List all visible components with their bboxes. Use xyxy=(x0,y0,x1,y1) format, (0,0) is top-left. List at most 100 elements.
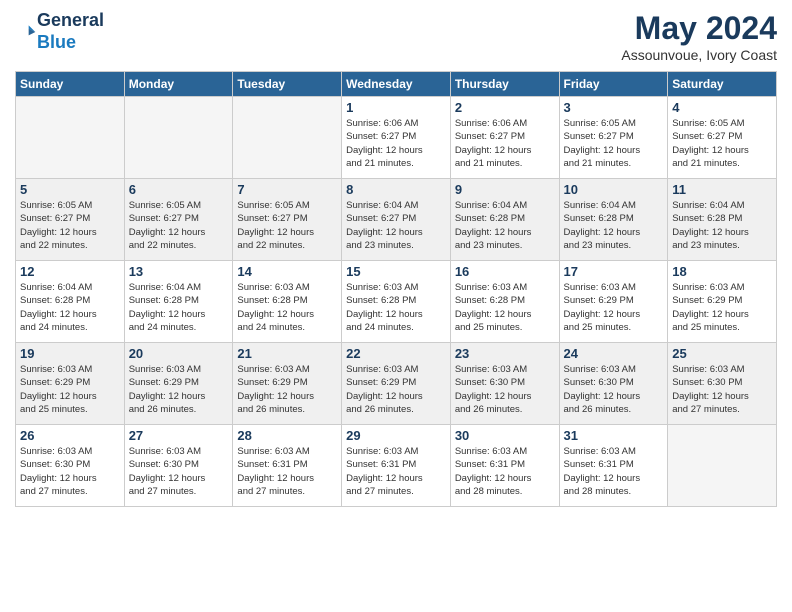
calendar-week-3: 12 Sunrise: 6:04 AMSunset: 6:28 PMDayligh… xyxy=(16,261,777,343)
logo-icon xyxy=(17,22,37,42)
day-info: Sunrise: 6:04 AMSunset: 6:28 PMDaylight:… xyxy=(564,199,664,252)
month-title: May 2024 xyxy=(621,10,777,47)
day-info: Sunrise: 6:05 AMSunset: 6:27 PMDaylight:… xyxy=(237,199,337,252)
day-info: Sunrise: 6:03 AMSunset: 6:28 PMDaylight:… xyxy=(346,281,446,334)
calendar-cell xyxy=(16,97,125,179)
weekday-row: Sunday Monday Tuesday Wednesday Thursday… xyxy=(16,72,777,97)
day-number: 9 xyxy=(455,182,555,197)
day-info: Sunrise: 6:03 AMSunset: 6:31 PMDaylight:… xyxy=(455,445,555,498)
calendar-cell: 30 Sunrise: 6:03 AMSunset: 6:31 PMDayligh… xyxy=(450,425,559,507)
day-number: 31 xyxy=(564,428,664,443)
title-block: May 2024 Assounvoue, Ivory Coast xyxy=(621,10,777,63)
day-number: 13 xyxy=(129,264,229,279)
calendar-cell: 6 Sunrise: 6:05 AMSunset: 6:27 PMDaylight… xyxy=(124,179,233,261)
day-info: Sunrise: 6:04 AMSunset: 6:28 PMDaylight:… xyxy=(455,199,555,252)
day-info: Sunrise: 6:06 AMSunset: 6:27 PMDaylight:… xyxy=(346,117,446,170)
calendar-week-2: 5Sunrise: 6:05 AMSunset: 6:27 PMDaylight… xyxy=(16,179,777,261)
day-number: 23 xyxy=(455,346,555,361)
calendar-cell: 7 Sunrise: 6:05 AMSunset: 6:27 PMDaylight… xyxy=(233,179,342,261)
calendar-cell: 24 Sunrise: 6:03 AMSunset: 6:30 PMDayligh… xyxy=(559,343,668,425)
day-info: Sunrise: 6:03 AMSunset: 6:30 PMDaylight:… xyxy=(672,363,772,416)
day-number: 3 xyxy=(564,100,664,115)
calendar-cell: 2 Sunrise: 6:06 AMSunset: 6:27 PMDaylight… xyxy=(450,97,559,179)
calendar-cell: 29 Sunrise: 6:03 AMSunset: 6:31 PMDayligh… xyxy=(342,425,451,507)
logo-text-line2: Blue xyxy=(37,32,104,54)
day-number: 29 xyxy=(346,428,446,443)
calendar-cell xyxy=(668,425,777,507)
calendar-cell: 9 Sunrise: 6:04 AMSunset: 6:28 PMDaylight… xyxy=(450,179,559,261)
calendar-cell: 12Sunrise: 6:04 AMSunset: 6:28 PMDayligh… xyxy=(16,261,125,343)
calendar-cell: 3 Sunrise: 6:05 AMSunset: 6:27 PMDaylight… xyxy=(559,97,668,179)
calendar-cell: 26Sunrise: 6:03 AMSunset: 6:30 PMDayligh… xyxy=(16,425,125,507)
calendar-cell: 28 Sunrise: 6:03 AMSunset: 6:31 PMDayligh… xyxy=(233,425,342,507)
day-number: 12 xyxy=(20,264,120,279)
day-info: Sunrise: 6:06 AMSunset: 6:27 PMDaylight:… xyxy=(455,117,555,170)
day-number: 7 xyxy=(237,182,337,197)
day-info: Sunrise: 6:05 AMSunset: 6:27 PMDaylight:… xyxy=(564,117,664,170)
day-info: Sunrise: 6:03 AMSunset: 6:30 PMDaylight:… xyxy=(20,445,120,498)
calendar-body: 1Sunrise: 6:06 AMSunset: 6:27 PMDaylight… xyxy=(16,97,777,507)
day-info: Sunrise: 6:05 AMSunset: 6:27 PMDaylight:… xyxy=(20,199,120,252)
day-number: 28 xyxy=(237,428,337,443)
day-info: Sunrise: 6:03 AMSunset: 6:29 PMDaylight:… xyxy=(564,281,664,334)
day-info: Sunrise: 6:03 AMSunset: 6:29 PMDaylight:… xyxy=(346,363,446,416)
day-info: Sunrise: 6:03 AMSunset: 6:31 PMDaylight:… xyxy=(237,445,337,498)
calendar-cell: 15 Sunrise: 6:03 AMSunset: 6:28 PMDayligh… xyxy=(342,261,451,343)
calendar-cell: 19Sunrise: 6:03 AMSunset: 6:29 PMDayligh… xyxy=(16,343,125,425)
day-info: Sunrise: 6:03 AMSunset: 6:30 PMDaylight:… xyxy=(129,445,229,498)
calendar-cell: 14 Sunrise: 6:03 AMSunset: 6:28 PMDayligh… xyxy=(233,261,342,343)
location: Assounvoue, Ivory Coast xyxy=(621,47,777,63)
day-number: 15 xyxy=(346,264,446,279)
day-info: Sunrise: 6:03 AMSunset: 6:31 PMDaylight:… xyxy=(564,445,664,498)
day-number: 6 xyxy=(129,182,229,197)
calendar-cell: 31 Sunrise: 6:03 AMSunset: 6:31 PMDayligh… xyxy=(559,425,668,507)
calendar-table: Sunday Monday Tuesday Wednesday Thursday… xyxy=(15,71,777,507)
day-info: Sunrise: 6:03 AMSunset: 6:31 PMDaylight:… xyxy=(346,445,446,498)
calendar-week-4: 19 Sunrise: 6:03 AMSunset: 6:29 PMDayligh… xyxy=(16,343,777,425)
day-info: Sunrise: 6:05 AMSunset: 6:27 PMDaylight:… xyxy=(129,199,229,252)
calendar-cell: 22 Sunrise: 6:03 AMSunset: 6:29 PMDayligh… xyxy=(342,343,451,425)
day-info: Sunrise: 6:04 AMSunset: 6:27 PMDaylight:… xyxy=(346,199,446,252)
logo-blue: Blue xyxy=(37,32,76,52)
calendar-cell xyxy=(233,97,342,179)
logo-general: General xyxy=(37,10,104,30)
logo-text-line1: General xyxy=(37,10,104,32)
calendar-cell xyxy=(124,97,233,179)
calendar-week-1: 1Sunrise: 6:06 AMSunset: 6:27 PMDaylight… xyxy=(16,97,777,179)
calendar-cell: 16Sunrise: 6:03 AMSunset: 6:28 PMDayligh… xyxy=(450,261,559,343)
calendar-week-5: 26Sunrise: 6:03 AMSunset: 6:30 PMDayligh… xyxy=(16,425,777,507)
header-wednesday: Wednesday xyxy=(342,72,451,97)
calendar-cell: 25 Sunrise: 6:03 AMSunset: 6:30 PMDayligh… xyxy=(668,343,777,425)
day-number: 14 xyxy=(237,264,337,279)
day-number: 30 xyxy=(455,428,555,443)
calendar-cell: 18Sunrise: 6:03 AMSunset: 6:29 PMDayligh… xyxy=(668,261,777,343)
day-number: 11 xyxy=(672,182,772,197)
header-monday: Monday xyxy=(124,72,233,97)
header-saturday: Saturday xyxy=(668,72,777,97)
day-info: Sunrise: 6:03 AMSunset: 6:30 PMDaylight:… xyxy=(564,363,664,416)
day-number: 4 xyxy=(672,100,772,115)
day-number: 2 xyxy=(455,100,555,115)
calendar-cell: 4 Sunrise: 6:05 AMSunset: 6:27 PMDaylight… xyxy=(668,97,777,179)
day-info: Sunrise: 6:04 AMSunset: 6:28 PMDaylight:… xyxy=(672,199,772,252)
day-info: Sunrise: 6:03 AMSunset: 6:28 PMDaylight:… xyxy=(455,281,555,334)
day-info: Sunrise: 6:04 AMSunset: 6:28 PMDaylight:… xyxy=(129,281,229,334)
day-number: 25 xyxy=(672,346,772,361)
day-info: Sunrise: 6:05 AMSunset: 6:27 PMDaylight:… xyxy=(672,117,772,170)
header-sunday: Sunday xyxy=(16,72,125,97)
day-number: 19 xyxy=(20,346,120,361)
day-number: 20 xyxy=(129,346,229,361)
day-info: Sunrise: 6:03 AMSunset: 6:29 PMDaylight:… xyxy=(237,363,337,416)
day-number: 21 xyxy=(237,346,337,361)
day-number: 27 xyxy=(129,428,229,443)
header-tuesday: Tuesday xyxy=(233,72,342,97)
day-number: 24 xyxy=(564,346,664,361)
day-number: 22 xyxy=(346,346,446,361)
header-friday: Friday xyxy=(559,72,668,97)
day-info: Sunrise: 6:03 AMSunset: 6:28 PMDaylight:… xyxy=(237,281,337,334)
day-number: 18 xyxy=(672,264,772,279)
page-header: General Blue May 2024 Assounvoue, Ivory … xyxy=(15,10,777,63)
calendar-cell: 13 Sunrise: 6:04 AMSunset: 6:28 PMDayligh… xyxy=(124,261,233,343)
calendar-cell: 1Sunrise: 6:06 AMSunset: 6:27 PMDaylight… xyxy=(342,97,451,179)
calendar-cell: 23Sunrise: 6:03 AMSunset: 6:30 PMDayligh… xyxy=(450,343,559,425)
